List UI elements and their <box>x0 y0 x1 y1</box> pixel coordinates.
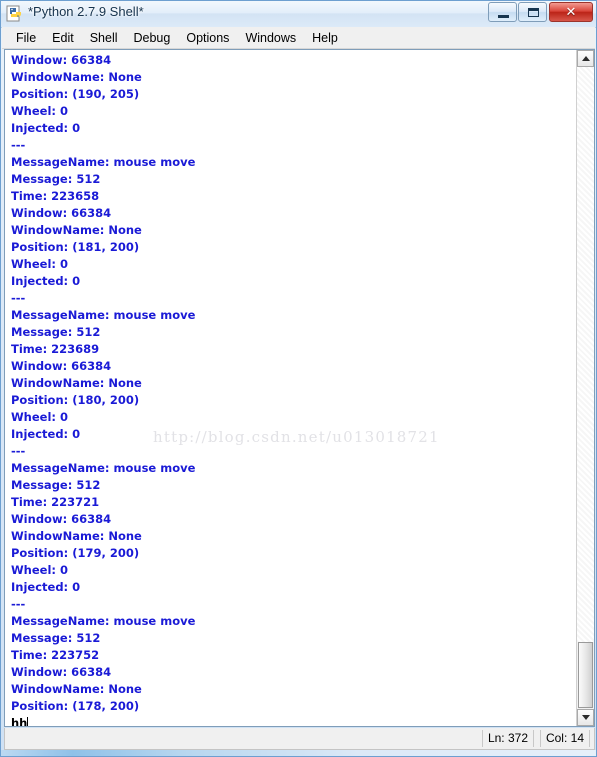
shell-output-line: WindowName: None <box>11 376 142 390</box>
shell-output-line: Position: (190, 205) <box>11 87 140 101</box>
shell-output-line: Position: (180, 200) <box>11 393 140 407</box>
shell-output-line: Window: 66384 <box>11 359 112 373</box>
shell-output-line: Injected: 0 <box>11 427 81 441</box>
shell-output-line: Position: (179, 200) <box>11 546 140 560</box>
scroll-up-button[interactable] <box>577 50 594 67</box>
status-bar: Ln: 372 Col: 14 <box>4 728 595 750</box>
shell-output-line: MessageName: mouse move <box>11 614 196 628</box>
menu-item-file[interactable]: File <box>8 29 44 47</box>
shell-input-line: hh <box>11 715 576 726</box>
text-caret <box>27 717 29 726</box>
shell-text-content[interactable]: Window: 66384 WindowName: None Position: (… <box>5 50 576 726</box>
shell-output-line: --- <box>11 138 26 152</box>
shell-output-line: Time: 223752 <box>11 648 100 662</box>
vertical-scrollbar[interactable] <box>576 50 594 726</box>
shell-output-line: Time: 223658 <box>11 189 100 203</box>
menu-item-debug[interactable]: Debug <box>126 29 179 47</box>
window-title: *Python 2.7.9 Shell* <box>28 4 144 19</box>
menu-bar: File Edit Shell Debug Options Windows He… <box>2 27 595 49</box>
shell-output-line: Injected: 0 <box>11 580 81 594</box>
shell-output-line: Time: 223689 <box>11 342 100 356</box>
shell-output-line: Window: 66384 <box>11 206 112 220</box>
shell-output-line: MessageName: mouse move <box>11 461 196 475</box>
shell-output-line: Injected: 0 <box>11 274 81 288</box>
menu-item-windows[interactable]: Windows <box>237 29 304 47</box>
shell-output-line: Wheel: 0 <box>11 257 69 271</box>
menu-item-help[interactable]: Help <box>304 29 346 47</box>
shell-output-line: WindowName: None <box>11 682 142 696</box>
scroll-up-arrow-icon <box>581 56 590 61</box>
title-bar: *Python 2.7.9 Shell* ✕ <box>1 1 596 28</box>
shell-output-line: Wheel: 0 <box>11 563 69 577</box>
shell-output-line: Time: 223721 <box>11 495 100 509</box>
menu-item-shell[interactable]: Shell <box>82 29 126 47</box>
shell-output-line: Position: (181, 200) <box>11 240 140 254</box>
scroll-down-button[interactable] <box>577 709 594 726</box>
python-shell-window: *Python 2.7.9 Shell* ✕ File Edit Shell D… <box>0 0 597 757</box>
shell-output-line: Message: 512 <box>11 325 101 339</box>
shell-output-line: WindowName: None <box>11 70 142 84</box>
minimize-button[interactable] <box>488 2 517 22</box>
shell-output-line: --- <box>11 444 26 458</box>
maximize-icon <box>528 8 539 17</box>
shell-output-line: WindowName: None <box>11 529 142 543</box>
close-button[interactable]: ✕ <box>549 2 593 22</box>
menu-item-options[interactable]: Options <box>178 29 237 47</box>
scroll-down-arrow-icon <box>581 715 590 720</box>
shell-output-line: Window: 66384 <box>11 512 112 526</box>
scrollbar-thumb[interactable] <box>578 642 593 708</box>
shell-output-line: Wheel: 0 <box>11 104 69 118</box>
python-logo-icon <box>6 5 24 23</box>
shell-output-line: Message: 512 <box>11 478 101 492</box>
shell-output-line: MessageName: mouse move <box>11 155 196 169</box>
status-line-number: Ln: 372 <box>481 730 534 747</box>
status-column-number: Col: 14 <box>539 730 590 747</box>
shell-output-line: Injected: 0 <box>11 121 81 135</box>
shell-output-area[interactable]: Window: 66384 WindowName: None Position: (… <box>4 49 595 727</box>
shell-output-line: Wheel: 0 <box>11 410 69 424</box>
scrollbar-track[interactable] <box>577 67 594 642</box>
shell-output-line: Position: (178, 200) <box>11 699 140 713</box>
close-icon: ✕ <box>565 4 577 20</box>
shell-output-line: Window: 66384 <box>11 665 112 679</box>
shell-output-line: Message: 512 <box>11 631 101 645</box>
shell-output-line: MessageName: mouse move <box>11 308 196 322</box>
shell-output-line: Window: 66384 <box>11 53 112 67</box>
shell-output-line: Message: 512 <box>11 172 101 186</box>
shell-output-line: --- <box>11 597 26 611</box>
shell-output-line: WindowName: None <box>11 223 142 237</box>
menu-item-edit[interactable]: Edit <box>44 29 82 47</box>
maximize-button[interactable] <box>518 2 547 22</box>
shell-output-line: --- <box>11 291 26 305</box>
window-bottom-edge <box>1 750 596 756</box>
minimize-icon <box>498 15 509 18</box>
